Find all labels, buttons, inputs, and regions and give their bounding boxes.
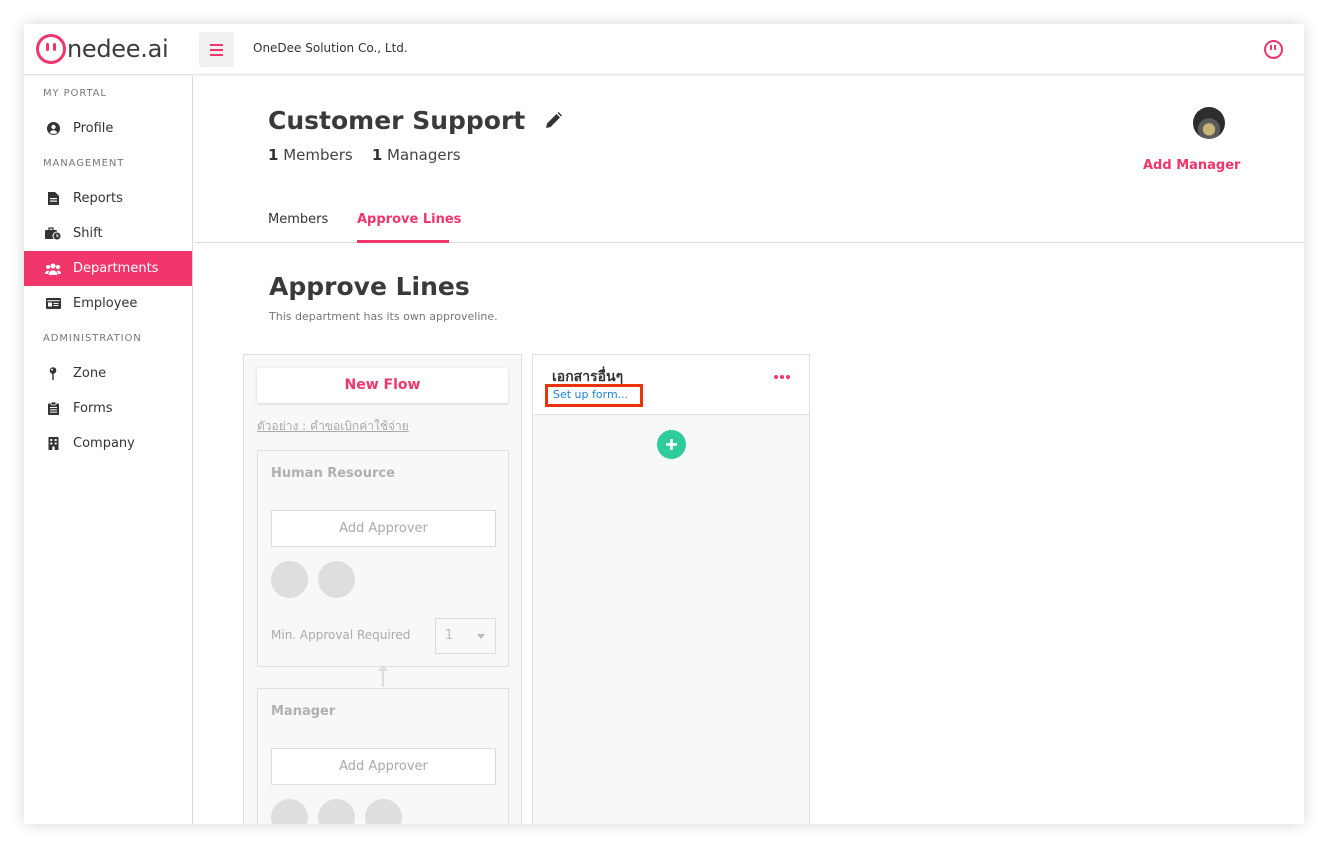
app-logo[interactable]: nedee.ai xyxy=(36,33,169,65)
logo-text: nedee.ai xyxy=(67,35,169,63)
menu-bar xyxy=(210,48,223,51)
building-icon xyxy=(45,437,61,450)
sidebar: MY PORTAL Profile MANAGEMENT Reports Shi… xyxy=(24,76,193,824)
sidebar-item-employee[interactable]: Employee xyxy=(24,286,192,321)
user-menu-icon[interactable] xyxy=(1264,40,1283,59)
department-counts: 1 Members 1 Managers xyxy=(268,146,461,164)
sidebar-item-reports[interactable]: Reports xyxy=(24,181,192,216)
sidebar-item-shift[interactable]: Shift xyxy=(24,216,192,251)
sidebar-item-label: Employee xyxy=(73,296,138,311)
department-title: Customer Support xyxy=(268,106,563,135)
main-content: Customer Support 1 Members 1 Managers Ad… xyxy=(194,76,1304,824)
section-title: Approve Lines xyxy=(269,272,470,301)
manager-avatar[interactable] xyxy=(1193,107,1225,139)
approver-avatar xyxy=(318,799,355,824)
sample-flow-link[interactable]: ตัวอย่าง : คำขอเบิกค่าใช้จ่าย xyxy=(257,417,409,436)
tab-members[interactable]: Members xyxy=(268,212,328,227)
app-window: nedee.ai OneDee Solution Co., Ltd. MY PO… xyxy=(24,24,1304,824)
menu-bar xyxy=(210,53,223,56)
add-approver-button[interactable]: Add Approver xyxy=(271,510,496,547)
sidebar-item-label: Profile xyxy=(73,121,114,136)
company-name: OneDee Solution Co., Ltd. xyxy=(253,41,408,55)
more-options-icon[interactable] xyxy=(774,375,790,379)
hamburger-menu-button[interactable] xyxy=(199,32,234,67)
section-subtitle: This department has its own approveline. xyxy=(269,310,498,323)
approval-step-card: Human Resource Add Approver Min. Approva… xyxy=(257,450,509,667)
step-name: Manager xyxy=(271,704,336,719)
sidebar-item-label: Departments xyxy=(73,261,159,276)
sidebar-section-management: MANAGEMENT xyxy=(43,158,125,169)
top-bar: nedee.ai OneDee Solution Co., Ltd. xyxy=(24,24,1304,75)
flow-header: เอกสารอื่นๆ Set up form... xyxy=(533,355,809,415)
setup-form-link[interactable]: Set up form... xyxy=(545,384,643,407)
members-label: Members xyxy=(283,146,353,164)
sidebar-item-departments[interactable]: Departments xyxy=(24,251,192,286)
add-manager-button[interactable]: Add Manager xyxy=(1143,158,1240,173)
user-circle-icon xyxy=(45,122,61,135)
department-tabs: Members Approve Lines xyxy=(194,198,1304,243)
sidebar-item-label: Reports xyxy=(73,191,123,206)
dot xyxy=(774,375,778,379)
sidebar-section-administration: ADMINISTRATION xyxy=(43,333,142,344)
sidebar-item-forms[interactable]: Forms xyxy=(24,391,192,426)
min-approval-select[interactable]: 1 xyxy=(435,618,496,654)
arrow-up-icon xyxy=(378,665,388,687)
plus-icon xyxy=(666,439,677,450)
sidebar-item-label: Forms xyxy=(73,401,113,416)
active-tab-indicator xyxy=(357,240,449,243)
managers-count: 1 xyxy=(371,146,383,164)
min-approval-value: 1 xyxy=(445,628,454,643)
clipboard-icon xyxy=(45,402,61,415)
briefcase-clock-icon xyxy=(45,227,61,240)
pencil-icon[interactable] xyxy=(545,112,563,129)
sidebar-item-label: Company xyxy=(73,436,135,451)
approver-avatar xyxy=(365,799,402,824)
sidebar-section-my-portal: MY PORTAL xyxy=(43,88,107,99)
users-icon xyxy=(45,262,61,275)
step-name: Human Resource xyxy=(271,466,395,481)
sidebar-item-profile[interactable]: Profile xyxy=(24,111,192,146)
new-flow-button[interactable]: New Flow xyxy=(257,368,508,403)
sidebar-item-label: Zone xyxy=(73,366,107,381)
managers-label: Managers xyxy=(387,146,461,164)
tab-approve-lines[interactable]: Approve Lines xyxy=(357,212,461,227)
onedee-logo-icon xyxy=(36,34,66,64)
min-approval-label: Min. Approval Required xyxy=(271,628,411,642)
document-icon xyxy=(45,192,61,205)
add-approver-button[interactable]: Add Approver xyxy=(271,748,496,785)
flow-panel: เอกสารอื่นๆ Set up form... xyxy=(532,354,810,824)
sidebar-item-zone[interactable]: Zone xyxy=(24,356,192,391)
map-pin-icon xyxy=(45,367,61,380)
chevron-down-icon xyxy=(477,634,485,639)
menu-bar xyxy=(210,43,223,46)
department-name: Customer Support xyxy=(268,106,526,135)
members-count: 1 xyxy=(268,146,279,164)
id-card-icon xyxy=(45,298,61,309)
approval-step-card: Manager Add Approver xyxy=(257,688,509,824)
approver-avatar xyxy=(318,561,355,598)
dot xyxy=(780,375,784,379)
dot xyxy=(786,375,790,379)
approver-avatar xyxy=(271,561,308,598)
sidebar-item-label: Shift xyxy=(73,226,103,241)
new-flow-panel: New Flow ตัวอย่าง : คำขอเบิกค่าใช้จ่าย H… xyxy=(243,354,522,824)
add-step-button[interactable] xyxy=(657,430,686,459)
sidebar-item-company[interactable]: Company xyxy=(24,426,192,461)
approver-avatar xyxy=(271,799,308,824)
